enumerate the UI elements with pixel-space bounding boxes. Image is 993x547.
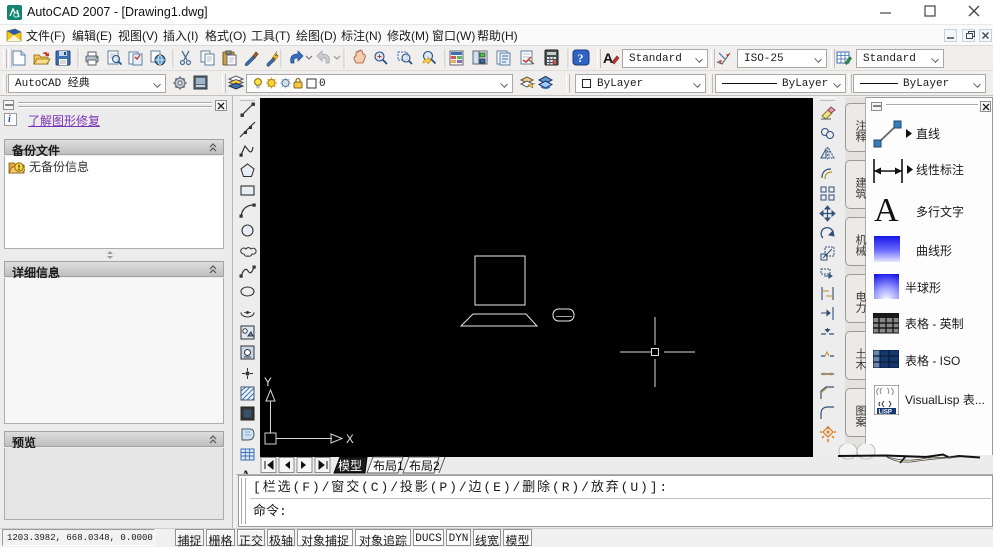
svg-text:?: ? xyxy=(578,51,584,65)
svg-text:LISP: LISP xyxy=(879,410,892,416)
svg-text:A: A xyxy=(603,50,613,66)
svg-text:X: X xyxy=(346,432,354,447)
svg-text:Y: Y xyxy=(264,375,272,390)
